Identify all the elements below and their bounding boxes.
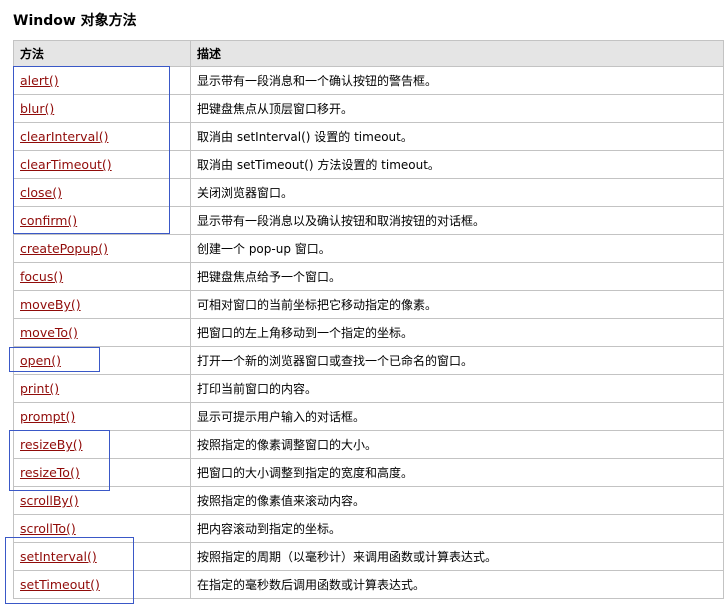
method-cell: moveTo() (13, 318, 191, 347)
method-cell: focus() (13, 262, 191, 291)
description-cell: 创建一个 pop-up 窗口。 (190, 234, 724, 263)
description-cell: 按照指定的周期（以毫秒计）来调用函数或计算表达式。 (190, 542, 724, 571)
method-link[interactable]: resizeTo() (20, 465, 80, 480)
table-row: createPopup() 创建一个 pop-up 窗口。 (13, 234, 724, 263)
table-row: alert() 显示带有一段消息和一个确认按钮的警告框。 (13, 66, 724, 95)
description-cell: 打印当前窗口的内容。 (190, 374, 724, 403)
methods-table: 方法 描述 alert() 显示带有一段消息和一个确认按钮的警告框。 blur() 把… (13, 40, 724, 599)
description-cell: 可相对窗口的当前坐标把它移动指定的像素。 (190, 290, 724, 319)
method-link[interactable]: clearInterval() (20, 129, 108, 144)
table-row: close() 关闭浏览器窗口。 (13, 178, 724, 207)
method-link[interactable]: resizeBy() (20, 437, 83, 452)
method-cell: confirm() (13, 206, 191, 235)
description-cell: 把内容滚动到指定的坐标。 (190, 514, 724, 543)
table-row: open() 打开一个新的浏览器窗口或查找一个已命名的窗口。 (13, 346, 724, 375)
table-row: resizeBy() 按照指定的像素调整窗口的大小。 (13, 430, 724, 459)
table-row: moveTo() 把窗口的左上角移动到一个指定的坐标。 (13, 318, 724, 347)
method-cell: moveBy() (13, 290, 191, 319)
method-cell: prompt() (13, 402, 191, 431)
method-link[interactable]: open() (20, 353, 61, 368)
description-cell: 把键盘焦点从顶层窗口移开。 (190, 94, 724, 123)
method-cell: close() (13, 178, 191, 207)
method-cell: clearTimeout() (13, 150, 191, 179)
method-link[interactable]: moveTo() (20, 325, 78, 340)
method-cell: resizeBy() (13, 430, 191, 459)
description-cell: 把键盘焦点给予一个窗口。 (190, 262, 724, 291)
table-row: setTimeout() 在指定的毫秒数后调用函数或计算表达式。 (13, 570, 724, 599)
description-cell: 把窗口的大小调整到指定的宽度和高度。 (190, 458, 724, 487)
description-cell: 按照指定的像素值来滚动内容。 (190, 486, 724, 515)
table-row: moveBy() 可相对窗口的当前坐标把它移动指定的像素。 (13, 290, 724, 319)
table-row: scrollTo() 把内容滚动到指定的坐标。 (13, 514, 724, 543)
table-row: focus() 把键盘焦点给予一个窗口。 (13, 262, 724, 291)
method-cell: createPopup() (13, 234, 191, 263)
table-header-row: 方法 描述 (13, 40, 724, 67)
table-row: scrollBy() 按照指定的像素值来滚动内容。 (13, 486, 724, 515)
method-link[interactable]: close() (20, 185, 62, 200)
description-cell: 取消由 setTimeout() 方法设置的 timeout。 (190, 150, 724, 179)
method-link[interactable]: scrollBy() (20, 493, 79, 508)
method-link[interactable]: createPopup() (20, 241, 108, 256)
method-link[interactable]: setTimeout() (20, 577, 100, 592)
method-cell: clearInterval() (13, 122, 191, 151)
method-link[interactable]: print() (20, 381, 59, 396)
table-row: clearInterval() 取消由 setInterval() 设置的 tim… (13, 122, 724, 151)
description-cell: 打开一个新的浏览器窗口或查找一个已命名的窗口。 (190, 346, 724, 375)
method-link[interactable]: confirm() (20, 213, 77, 228)
method-link[interactable]: prompt() (20, 409, 75, 424)
method-link[interactable]: blur() (20, 101, 54, 116)
method-link[interactable]: clearTimeout() (20, 157, 112, 172)
table-row: setInterval() 按照指定的周期（以毫秒计）来调用函数或计算表达式。 (13, 542, 724, 571)
method-cell: print() (13, 374, 191, 403)
method-link[interactable]: setInterval() (20, 549, 97, 564)
method-cell: resizeTo() (13, 458, 191, 487)
method-cell: scrollBy() (13, 486, 191, 515)
method-cell: setInterval() (13, 542, 191, 571)
table-row: resizeTo() 把窗口的大小调整到指定的宽度和高度。 (13, 458, 724, 487)
description-cell: 按照指定的像素调整窗口的大小。 (190, 430, 724, 459)
description-cell: 取消由 setInterval() 设置的 timeout。 (190, 122, 724, 151)
method-link[interactable]: alert() (20, 73, 59, 88)
description-cell: 在指定的毫秒数后调用函数或计算表达式。 (190, 570, 724, 599)
table-row: confirm() 显示带有一段消息以及确认按钮和取消按钮的对话框。 (13, 206, 724, 235)
method-link[interactable]: scrollTo() (20, 521, 76, 536)
method-cell: alert() (13, 66, 191, 95)
table-row: blur() 把键盘焦点从顶层窗口移开。 (13, 94, 724, 123)
column-header-description: 描述 (190, 40, 724, 67)
description-cell: 显示可提示用户输入的对话框。 (190, 402, 724, 431)
method-cell: open() (13, 346, 191, 375)
table-row: print() 打印当前窗口的内容。 (13, 374, 724, 403)
table-row: clearTimeout() 取消由 setTimeout() 方法设置的 tim… (13, 150, 724, 179)
description-cell: 显示带有一段消息以及确认按钮和取消按钮的对话框。 (190, 206, 724, 235)
description-cell: 把窗口的左上角移动到一个指定的坐标。 (190, 318, 724, 347)
description-cell: 关闭浏览器窗口。 (190, 178, 724, 207)
method-link[interactable]: moveBy() (20, 297, 81, 312)
method-cell: setTimeout() (13, 570, 191, 599)
table-row: prompt() 显示可提示用户输入的对话框。 (13, 402, 724, 431)
method-cell: blur() (13, 94, 191, 123)
description-cell: 显示带有一段消息和一个确认按钮的警告框。 (190, 66, 724, 95)
method-link[interactable]: focus() (20, 269, 63, 284)
page-title: Window 对象方法 (13, 13, 137, 29)
column-header-method: 方法 (13, 40, 191, 67)
method-cell: scrollTo() (13, 514, 191, 543)
